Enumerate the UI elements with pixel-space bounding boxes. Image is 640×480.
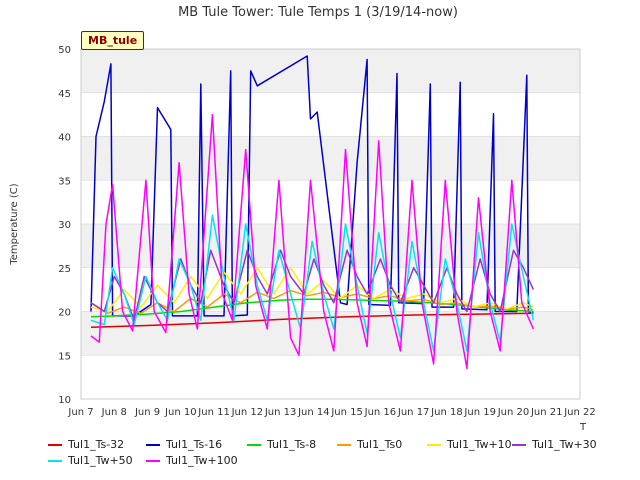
y-tick-label: 45	[58, 89, 71, 100]
x-tick-label: Jun 12	[231, 407, 264, 418]
x-tick-label: Jun 20	[497, 407, 530, 418]
legend-swatch	[146, 444, 160, 446]
x-tick-labels: Jun 7 Jun 8 Jun 9 Jun 10 Jun 11 Jun 12 Jun 13 J…	[67, 407, 595, 418]
y-tick-labels: 10 15 20 25 30 35 40 45 50	[58, 45, 71, 406]
y-tick-label: 25	[58, 264, 71, 275]
plot-band	[81, 92, 580, 137]
legend-item: Tul1_Ts-8	[247, 437, 316, 453]
legend-swatch	[512, 444, 526, 446]
legend-swatch	[427, 444, 441, 446]
legend-label: Tul1_Tw+100	[166, 454, 238, 467]
legend-label: Tul1_Tw+30	[532, 438, 597, 451]
x-tick-label: Jun 11	[197, 407, 230, 418]
legend-swatch	[146, 460, 160, 462]
y-tick-label: 40	[58, 133, 71, 144]
plot-band	[81, 355, 580, 399]
x-tick-label: Jun 22	[563, 407, 596, 418]
legend-label: Tul1_Tw+10	[447, 438, 512, 451]
legend-label: Tul1_Tw+50	[68, 454, 133, 467]
legend-item: Tul1_Ts-32	[48, 437, 124, 453]
chart-svg: MB Tule Tower: Tule Temps 1 (3/19/14-now…	[9, 5, 596, 418]
legend-swatch	[48, 460, 62, 462]
legend-swatch	[247, 444, 261, 446]
legend-label: Tul1_Ts-32	[68, 438, 125, 451]
legend-item: Tul1_Tw+50	[48, 453, 133, 469]
x-tick-label: Jun 9	[134, 407, 160, 418]
y-tick-label: 15	[58, 351, 71, 362]
x-tick-label: Jun 17	[397, 407, 430, 418]
legend: Tul1_Ts-32 Tul1_Ts-16 Tul1_Ts-8 Tul1_Ts0 Tul…	[0, 432, 640, 480]
plot-band	[81, 49, 580, 93]
legend-swatch	[337, 444, 351, 446]
legend-item: Tul1_Tw+100	[146, 453, 238, 469]
legend-item: Tul1_Ts-16	[146, 437, 222, 453]
y-tick-label: 30	[58, 220, 71, 231]
chart-title: MB Tule Tower: Tule Temps 1 (3/19/14-now…	[178, 5, 458, 20]
legend-label: Tul1_Ts-8	[267, 438, 317, 451]
x-tick-label: Jun 8	[101, 407, 127, 418]
x-tick-label: Jun 15	[330, 407, 363, 418]
x-tick-label: Jun 10	[164, 407, 197, 418]
legend-item: Tul1_Tw+30	[512, 437, 597, 453]
legend-label: Tul1_Ts0	[357, 438, 403, 451]
legend-item: Tul1_Tw+10	[427, 437, 512, 453]
y-tick-label: 50	[58, 45, 71, 56]
x-tick-label: Jun 18	[430, 407, 463, 418]
plot-band	[81, 224, 580, 268]
y-axis-label: Temperature (C)	[9, 183, 20, 265]
x-tick-label: Jun 14	[297, 407, 330, 418]
x-tick-label: Jun 16	[364, 407, 397, 418]
y-tick-label: 20	[58, 308, 71, 319]
legend-item: Tul1_Ts0	[337, 437, 402, 453]
y-tick-label: 35	[58, 176, 71, 187]
legend-label: Tul1_Ts-16	[166, 438, 223, 451]
legend-swatch	[48, 444, 62, 446]
x-tick-label: Jun 21	[530, 407, 563, 418]
y-tick-label: 10	[58, 395, 71, 406]
x-tick-label: Jun 19	[463, 407, 496, 418]
x-tick-label: Jun 13	[264, 407, 297, 418]
station-badge: MB_tule	[81, 31, 145, 50]
x-tick-label: Jun 7	[67, 407, 93, 418]
